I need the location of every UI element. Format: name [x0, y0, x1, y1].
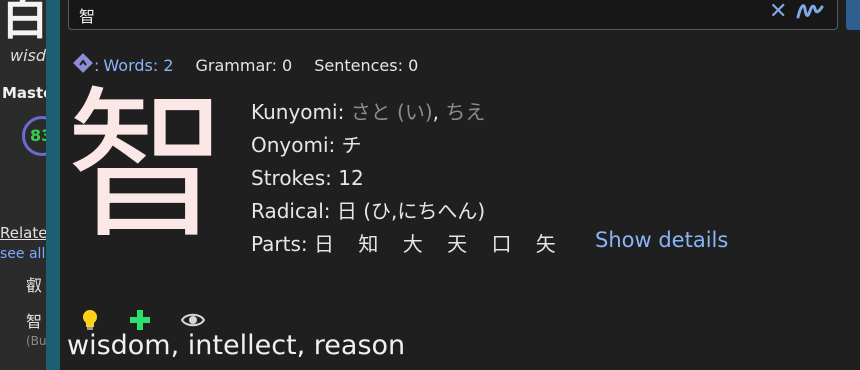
grammar-count: Grammar: 0 [195, 55, 293, 75]
background-app-panel: 白 wisd Maste 83 Relate see all 叡 智 (Bu [0, 0, 46, 370]
kunyomi-row: Kunyomi: さと (い), ちえ [251, 96, 574, 129]
search-input[interactable]: 智 ✕ [68, 0, 838, 30]
side-button[interactable] [846, 0, 860, 30]
stats-colon: : [94, 55, 100, 75]
onyomi-label: Onyomi: [251, 133, 336, 157]
parts-label: Parts: [251, 232, 308, 256]
onyomi-reading: チ [341, 133, 362, 157]
strokes-count: 12 [338, 166, 364, 190]
kanji-info: Kunyomi: さと (い), ちえ Onyomi: チ Strokes: 1… [251, 96, 574, 261]
part-kanji[interactable]: 矢 [536, 232, 556, 256]
part-kanji[interactable]: 大 [403, 232, 423, 256]
background-progress-circle: 83 [22, 116, 46, 156]
show-details-link[interactable]: Show details [595, 228, 728, 252]
background-related-kanji[interactable]: 智 [26, 308, 42, 332]
kunyomi-label: Kunyomi: [251, 100, 345, 124]
kunyomi-separator: , [432, 100, 440, 124]
kunyomi-reading: さと (い) [350, 100, 433, 124]
strokes-label: Strokes: [251, 166, 332, 190]
kanji-popup: 智 ✕ : Words: 2 Grammar: 0 Sentences: 0 智… [60, 0, 860, 370]
kunyomi-reading: ちえ [445, 100, 486, 124]
part-kanji[interactable]: 口 [491, 232, 511, 256]
handwriting-icon[interactable] [795, 0, 825, 27]
search-query[interactable]: 智 [79, 3, 95, 27]
words-count-link[interactable]: Words: 2 [103, 56, 173, 75]
background-related-link[interactable]: Relate [0, 224, 46, 242]
background-see-all-link[interactable]: see all [0, 246, 45, 262]
part-kanji[interactable]: 天 [447, 232, 467, 256]
clear-icon[interactable]: ✕ [769, 0, 787, 24]
background-master-label: Maste [2, 84, 46, 102]
kanji-character: 智 [66, 73, 228, 261]
parts-row: Parts: 日 知 大 天 口 矢 [251, 228, 574, 261]
background-word: wisd [10, 46, 46, 65]
radical-value: 日 (ひ,にちへん) [336, 199, 486, 223]
onyomi-row: Onyomi: チ [251, 129, 574, 162]
part-kanji[interactable]: 日 [314, 232, 334, 256]
background-circle-value: 83 [30, 126, 46, 145]
strokes-row: Strokes: 12 [251, 162, 574, 195]
part-kanji[interactable]: 知 [358, 232, 378, 256]
kanji-meaning: wisdom, intellect, reason [67, 330, 406, 361]
panel-divider [46, 0, 60, 370]
radical-row: Radical: 日 (ひ,にちへん) [251, 195, 574, 228]
radical-label: Radical: [251, 199, 331, 223]
background-kanji: 白 [2, 0, 46, 45]
sentences-count: Sentences: 0 [314, 55, 419, 75]
background-related-kanji[interactable]: 叡 [26, 272, 42, 296]
background-note: (Bu [26, 334, 46, 348]
